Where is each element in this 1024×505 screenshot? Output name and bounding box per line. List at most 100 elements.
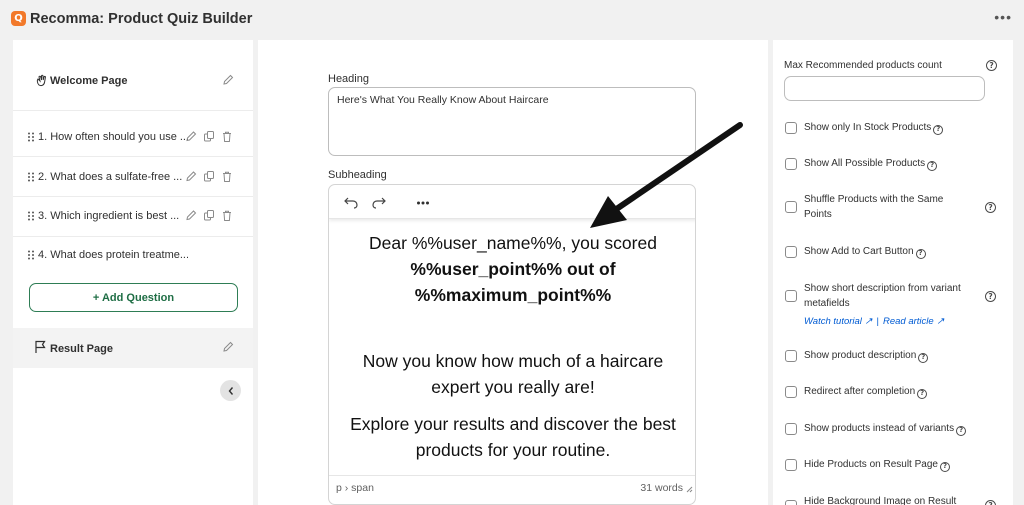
sidebar-item-question-2[interactable]: 2. What does a sulfate-free ... — [13, 168, 253, 188]
undo-icon[interactable] — [343, 195, 359, 209]
duplicate-icon[interactable] — [203, 130, 215, 143]
option-label: Hide Products on Result Page — [804, 459, 938, 470]
element-path[interactable]: p › span — [336, 482, 374, 494]
app-title: Recomma: Product Quiz Builder — [30, 11, 253, 27]
editor-line: %%user_point%% out of — [410, 259, 616, 279]
option-hide-background[interactable]: Hide Background Image on Result ? — [785, 494, 1005, 505]
quiz-pages-sidebar: Welcome Page 1. How often should you use… — [13, 40, 253, 505]
sidebar-item-label: 3. Which ingredient is best ... — [38, 210, 180, 222]
app-logo-icon: Q — [11, 11, 26, 26]
trash-icon[interactable] — [221, 170, 233, 183]
help-icon[interactable]: ? — [985, 291, 996, 302]
option-hide-products[interactable]: Hide Products on Result Page? — [785, 457, 1005, 473]
in-stock-checkbox[interactable] — [785, 122, 797, 134]
product-description-checkbox[interactable] — [785, 350, 797, 362]
products-instead-checkbox[interactable] — [785, 423, 797, 435]
editor-line: expert you really are! — [431, 377, 595, 397]
option-add-to-cart[interactable]: Show Add to Cart Button? — [785, 244, 1005, 260]
collapse-sidebar-button[interactable] — [220, 380, 241, 401]
pencil-icon[interactable] — [222, 341, 234, 353]
more-tools-icon[interactable] — [415, 195, 431, 209]
redo-icon[interactable] — [371, 195, 387, 209]
max-count-label: Max Recommended products count — [784, 60, 942, 71]
divider — [13, 196, 253, 197]
drag-handle-icon[interactable] — [27, 250, 35, 260]
resize-handle-icon[interactable] — [686, 486, 693, 493]
sidebar-item-welcome[interactable]: Welcome Page — [13, 70, 253, 94]
help-icon[interactable]: ? — [986, 60, 997, 71]
option-shuffle[interactable]: Shuffle Products with the Same Points ? — [785, 192, 1005, 224]
heading-input[interactable]: Here's What You Really Know About Hairca… — [328, 87, 696, 156]
pencil-icon[interactable] — [185, 130, 197, 143]
help-icon[interactable]: ? — [985, 202, 996, 213]
option-short-description[interactable]: Show short description from variant metaf… — [785, 281, 1005, 331]
option-label: Show only In Stock Products — [804, 122, 932, 133]
trash-icon[interactable] — [221, 130, 233, 143]
option-in-stock[interactable]: Show only In Stock Products? — [785, 120, 1005, 136]
page-editor: Heading Here's What You Really Know Abou… — [258, 40, 768, 505]
help-icon[interactable]: ? — [933, 124, 944, 135]
option-label: Show Add to Cart Button — [804, 246, 914, 257]
watch-tutorial-link[interactable]: Watch tutorial ↗ — [804, 316, 873, 327]
duplicate-icon[interactable] — [203, 170, 215, 183]
word-count: 31 words — [640, 482, 683, 494]
editor-content[interactable]: Dear %%user_name%%, you scored %%user_po… — [329, 230, 695, 463]
sidebar-item-label: 2. What does a sulfate-free ... — [38, 171, 183, 183]
option-products-instead-of-variants[interactable]: Show products instead of variants? — [785, 421, 1005, 437]
sidebar-item-question-3[interactable]: 3. Which ingredient is best ... — [13, 207, 253, 227]
editor-statusbar: p › span 31 words — [329, 475, 695, 504]
wave-hand-icon — [36, 74, 46, 87]
option-label-line2: metafields — [804, 298, 850, 309]
help-icon[interactable]: ? — [939, 461, 950, 472]
pencil-icon[interactable] — [185, 209, 197, 222]
shuffle-checkbox[interactable] — [785, 201, 797, 213]
pencil-icon[interactable] — [222, 74, 234, 86]
option-all-possible[interactable]: Show All Possible Products? — [785, 156, 1005, 172]
drag-handle-icon[interactable] — [27, 132, 35, 142]
sidebar-item-question-4[interactable]: 4. What does protein treatme... — [13, 246, 253, 266]
sidebar-item-label: Welcome Page — [50, 75, 128, 87]
heading-label: Heading — [328, 73, 369, 85]
subheading-rich-text-editor[interactable]: Dear %%user_name%%, you scored %%user_po… — [328, 184, 696, 505]
option-redirect[interactable]: Redirect after completion? — [785, 384, 1005, 400]
all-possible-checkbox[interactable] — [785, 158, 797, 170]
top-bar: Q Recomma: Product Quiz Builder ••• — [0, 0, 1024, 38]
drag-handle-icon[interactable] — [27, 172, 35, 182]
redirect-checkbox[interactable] — [785, 386, 797, 398]
more-options-button[interactable]: ••• — [994, 9, 1012, 25]
trash-icon[interactable] — [221, 209, 233, 222]
option-product-description[interactable]: Show product description? — [785, 348, 1005, 364]
max-count-input[interactable] — [784, 76, 985, 101]
editor-line: Dear %%user_name%%, you scored — [369, 233, 657, 253]
divider — [13, 156, 253, 157]
help-icon[interactable]: ? — [956, 425, 967, 436]
editor-line: Explore your results and discover the be… — [350, 414, 676, 434]
pencil-icon[interactable] — [185, 170, 197, 183]
divider — [13, 110, 253, 111]
sidebar-item-result[interactable]: Result Page — [13, 328, 253, 368]
duplicate-icon[interactable] — [203, 209, 215, 222]
sidebar-item-question-1[interactable]: 1. How often should you use ... — [13, 128, 253, 148]
read-article-link[interactable]: Read article ↗ — [883, 316, 944, 327]
hide-background-checkbox[interactable] — [785, 500, 797, 505]
help-icon[interactable]: ? — [927, 160, 938, 171]
option-label: Hide Background Image on Result — [804, 496, 957, 505]
link-separator: | — [876, 316, 879, 327]
help-icon[interactable]: ? — [918, 352, 929, 363]
drag-handle-icon[interactable] — [27, 211, 35, 221]
help-icon[interactable]: ? — [917, 388, 928, 399]
option-label-line2: Points — [804, 209, 832, 220]
hide-products-checkbox[interactable] — [785, 459, 797, 471]
subheading-label: Subheading — [328, 169, 387, 181]
add-question-button[interactable]: + Add Question — [29, 283, 238, 312]
add-to-cart-checkbox[interactable] — [785, 246, 797, 258]
short-description-checkbox[interactable] — [785, 290, 797, 302]
sidebar-item-label: Result Page — [50, 343, 113, 355]
help-icon[interactable]: ? — [915, 248, 926, 259]
help-links: Watch tutorial ↗ | Read article ↗ — [804, 316, 944, 327]
sidebar-item-label: 1. How often should you use ... — [38, 131, 188, 143]
option-label: Shuffle Products with the Same — [804, 194, 944, 205]
help-icon[interactable]: ? — [985, 500, 996, 505]
